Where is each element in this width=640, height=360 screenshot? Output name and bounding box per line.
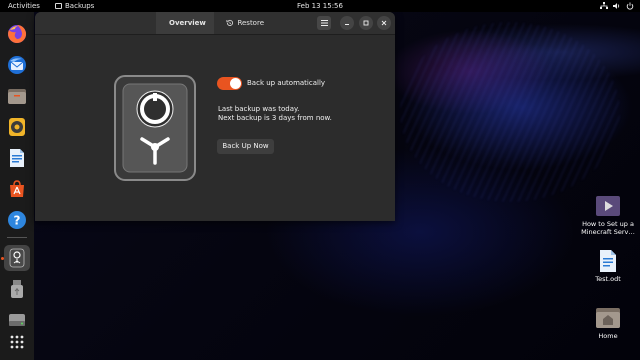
backups-window: Overview Restore Back up automatically L… — [35, 12, 395, 221]
desktop-icon-video[interactable]: How to Set up a Minecraft Serv… — [573, 194, 640, 236]
volume-icon — [613, 3, 620, 9]
restore-icon — [226, 20, 233, 26]
dock-separator — [7, 237, 27, 238]
svg-text:?: ? — [14, 214, 21, 228]
dock-item-help[interactable]: ? — [4, 207, 30, 233]
home-folder-icon — [596, 308, 620, 328]
hamburger-icon — [320, 20, 328, 26]
libreoffice-writer-icon — [10, 149, 24, 167]
activities-button[interactable]: Activities — [8, 0, 40, 12]
thunderbird-icon — [8, 56, 26, 74]
document-file-icon — [600, 250, 616, 272]
desktop-icon-label: Home — [598, 332, 618, 340]
rhythmbox-icon — [9, 118, 25, 136]
dock: ? — [0, 12, 34, 360]
clock[interactable]: Feb 13 15:56 — [297, 2, 343, 10]
auto-backup-switch[interactable] — [217, 77, 242, 90]
video-file-icon — [596, 196, 620, 216]
app-grid-icon — [10, 335, 24, 349]
help-icon: ? — [8, 211, 26, 229]
desktop-icon-home[interactable]: Home — [573, 306, 640, 340]
app-menu-label: Backups — [65, 2, 95, 10]
maximize-icon — [363, 20, 369, 26]
dock-item-software[interactable] — [4, 176, 30, 202]
tab-label: Overview — [169, 19, 206, 27]
network-icon — [600, 2, 608, 9]
disk-icon — [9, 314, 25, 326]
dock-item-backups[interactable] — [4, 245, 30, 271]
desktop-icon-label: How to Set up a Minecraft Serv… — [581, 220, 635, 236]
main-menu-button[interactable] — [317, 16, 331, 30]
desktop-icon-document[interactable]: Test.odt — [573, 249, 640, 283]
close-icon — [381, 20, 387, 26]
top-bar: Activities Backups Feb 13 15:56 — [0, 0, 640, 12]
dock-item-writer[interactable] — [4, 145, 30, 171]
power-icon — [626, 2, 634, 10]
minimize-button[interactable] — [340, 16, 354, 30]
dock-item-thunderbird[interactable] — [4, 52, 30, 78]
dock-item-files[interactable] — [4, 83, 30, 109]
last-backup-text: Last backup was today. — [218, 105, 300, 113]
maximize-button[interactable] — [359, 16, 373, 30]
next-backup-text: Next backup is 3 days from now. — [218, 114, 332, 122]
close-button[interactable] — [377, 16, 391, 30]
backups-vault-icon — [9, 248, 25, 268]
switch-knob — [230, 78, 241, 89]
dock-item-firefox[interactable] — [4, 21, 30, 47]
system-tray[interactable] — [600, 0, 634, 12]
minimize-icon — [345, 24, 349, 25]
vault-illustration — [114, 75, 196, 181]
software-center-icon — [10, 180, 24, 197]
usb-drive-icon — [11, 280, 23, 298]
app-menu[interactable]: Backups — [55, 0, 94, 12]
back-up-now-button[interactable]: Back Up Now — [217, 139, 274, 154]
tab-overview[interactable]: Overview — [156, 12, 214, 34]
dock-item-usb-drive[interactable] — [4, 276, 30, 302]
backups-app-icon — [55, 3, 62, 9]
auto-backup-label: Back up automatically — [247, 79, 326, 87]
files-icon — [8, 89, 26, 104]
firefox-icon — [8, 24, 27, 43]
tab-label: Restore — [237, 19, 264, 27]
tab-restore[interactable]: Restore — [217, 12, 273, 34]
dock-item-show-apps[interactable] — [4, 329, 30, 355]
dock-item-rhythmbox[interactable] — [4, 114, 30, 140]
header-bar: Overview Restore — [35, 12, 395, 35]
desktop-icon-label: Test.odt — [595, 275, 621, 283]
